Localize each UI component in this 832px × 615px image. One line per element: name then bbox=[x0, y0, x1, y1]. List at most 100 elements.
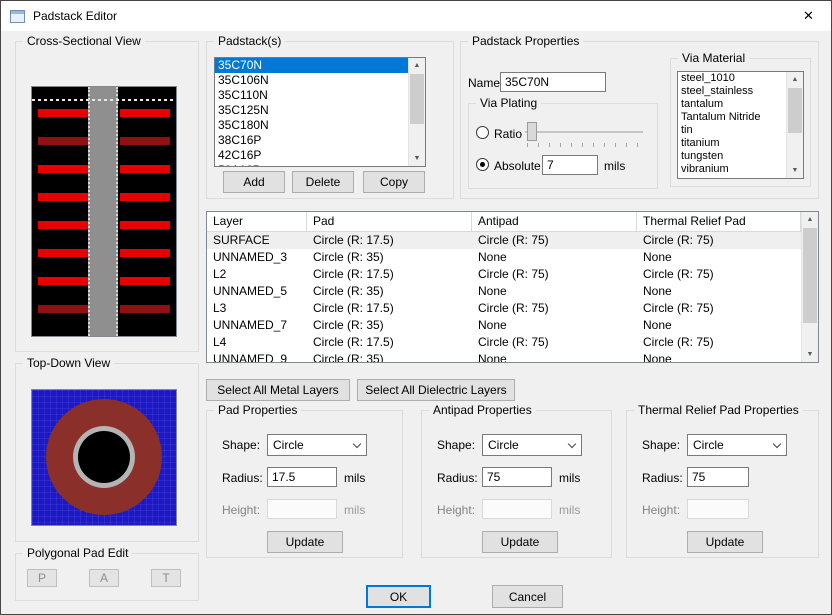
padstack-item[interactable]: 35C125N bbox=[215, 103, 408, 118]
polygonal-pad-edit-label: Polygonal Pad Edit bbox=[23, 546, 133, 560]
layer-table-row[interactable]: UNNAMED_5 Circle (R: 35) None None bbox=[207, 283, 801, 300]
ratio-label: Ratio bbox=[494, 127, 523, 141]
padstack-properties-label: Padstack Properties bbox=[468, 34, 584, 48]
trace-bar bbox=[38, 249, 88, 257]
padstack-item[interactable]: 42C16P bbox=[215, 148, 408, 163]
via-material-scrollbar[interactable]: ▲ ▼ bbox=[786, 72, 803, 178]
pad-properties-group: Pad Properties Shape: Circle Radius: mil… bbox=[206, 403, 403, 558]
layer-table-row[interactable]: SURFACE Circle (R: 17.5) Circle (R: 75) Cir… bbox=[207, 232, 801, 249]
polygonal-p-button: P bbox=[27, 569, 57, 587]
absolute-radio[interactable] bbox=[476, 158, 489, 171]
padstacks-label: Padstack(s) bbox=[214, 34, 286, 48]
thermal-update-button[interactable]: Update bbox=[687, 531, 763, 553]
copy-button[interactable]: Copy bbox=[363, 171, 425, 193]
select-all-metal-button[interactable]: Select All Metal Layers bbox=[206, 379, 350, 401]
slider-thumb[interactable] bbox=[527, 122, 537, 141]
scroll-up-icon[interactable]: ▲ bbox=[409, 58, 425, 73]
via-material-item[interactable]: titanium bbox=[678, 137, 786, 150]
delete-button[interactable]: Delete bbox=[292, 171, 354, 193]
cancel-button[interactable]: Cancel bbox=[492, 585, 563, 608]
layer-table-cell: Circle (R: 75) bbox=[643, 301, 714, 315]
via-material-item[interactable]: vibranium bbox=[678, 163, 786, 176]
scrollbar-thumb[interactable] bbox=[410, 74, 424, 124]
thermal-shape-value: Circle bbox=[693, 438, 724, 452]
scrollbar-thumb[interactable] bbox=[803, 228, 817, 323]
layer-table-cell: UNNAMED_7 bbox=[213, 318, 288, 332]
via-material-item[interactable]: Tantalum Nitride bbox=[678, 111, 786, 124]
top-down-label: Top-Down View bbox=[23, 356, 115, 370]
via-material-list[interactable]: steel_1010 steel_stainless tantalum Tantalu… bbox=[677, 71, 804, 179]
ratio-slider[interactable] bbox=[525, 121, 643, 147]
header-antipad: Antipad bbox=[472, 212, 637, 232]
pad-radius-units: mils bbox=[344, 471, 366, 485]
layer-table-cell: Circle (R: 35) bbox=[313, 284, 384, 298]
absolute-units-label: mils bbox=[604, 159, 626, 173]
pad-update-button[interactable]: Update bbox=[267, 531, 343, 553]
close-icon[interactable]: ✕ bbox=[786, 1, 831, 31]
via-material-item[interactable]: tungsten bbox=[678, 150, 786, 163]
scroll-down-icon[interactable]: ▼ bbox=[787, 163, 803, 178]
padstack-list[interactable]: 35C70N 35C106N 35C110N 35C125N 35C180N 38C16P… bbox=[214, 57, 426, 167]
via-material-item[interactable]: steel_stainless bbox=[678, 85, 786, 98]
layer-table-cell: Circle (R: 75) bbox=[478, 301, 549, 315]
layer-table-row[interactable]: UNNAMED_9 Circle (R: 35) None None bbox=[207, 351, 801, 362]
scroll-up-icon[interactable]: ▲ bbox=[787, 72, 803, 87]
antipad-radius-units: mils bbox=[559, 471, 581, 485]
layer-table-row[interactable]: UNNAMED_3 Circle (R: 35) None None bbox=[207, 249, 801, 266]
layer-table-row[interactable]: L3 Circle (R: 17.5) Circle (R: 75) Circle (… bbox=[207, 300, 801, 317]
antipad-shape-value: Circle bbox=[488, 438, 519, 452]
padstack-list-scrollbar[interactable]: ▲ ▼ bbox=[408, 58, 425, 166]
thermal-shape-select[interactable]: Circle bbox=[687, 434, 787, 456]
absolute-value-field[interactable] bbox=[542, 155, 598, 175]
scroll-down-icon[interactable]: ▼ bbox=[409, 151, 425, 166]
thermal-radius-field[interactable] bbox=[687, 467, 749, 487]
add-button[interactable]: Add bbox=[223, 171, 285, 193]
antipad-height-label: Height: bbox=[437, 503, 476, 517]
padstack-item[interactable]: 35C106N bbox=[215, 73, 408, 88]
thermal-height-field bbox=[687, 499, 749, 519]
antipad-radius-field[interactable] bbox=[482, 467, 552, 487]
pad-height-field bbox=[267, 499, 337, 519]
layer-table-row[interactable]: L2 Circle (R: 17.5) Circle (R: 75) Circle (… bbox=[207, 266, 801, 283]
layer-table-row[interactable]: L4 Circle (R: 17.5) Circle (R: 75) Circle (… bbox=[207, 334, 801, 351]
padstack-item[interactable]: 35C70N bbox=[215, 58, 408, 73]
antipad-height-units: mils bbox=[559, 503, 581, 517]
chevron-down-icon bbox=[348, 436, 365, 454]
padstack-item[interactable]: 38C16P bbox=[215, 133, 408, 148]
via-material-item[interactable]: tantalum bbox=[678, 98, 786, 111]
antipad-shape-select[interactable]: Circle bbox=[482, 434, 582, 456]
via-material-item[interactable]: tin bbox=[678, 124, 786, 137]
select-all-dielectric-button[interactable]: Select All Dielectric Layers bbox=[357, 379, 515, 401]
layer-table-cell: None bbox=[478, 352, 507, 362]
layer-table-cell: L2 bbox=[213, 267, 227, 281]
scroll-down-icon[interactable]: ▼ bbox=[802, 347, 818, 362]
pad-shape-select[interactable]: Circle bbox=[267, 434, 367, 456]
scroll-up-icon[interactable]: ▲ bbox=[802, 212, 818, 227]
layer-table-scrollbar[interactable]: ▲ ▼ bbox=[801, 212, 818, 362]
ratio-radio[interactable] bbox=[476, 126, 489, 139]
antipad-update-button[interactable]: Update bbox=[482, 531, 558, 553]
pad-radius-field[interactable] bbox=[267, 467, 337, 487]
ok-button[interactable]: OK bbox=[366, 585, 431, 608]
scrollbar-thumb[interactable] bbox=[788, 88, 802, 133]
surface-dotted-line bbox=[32, 99, 176, 101]
padstack-item[interactable]: 50A16P bbox=[215, 163, 408, 166]
antipad-height-field bbox=[482, 499, 552, 519]
name-field[interactable] bbox=[500, 72, 606, 92]
polygonal-t-button: T bbox=[151, 569, 181, 587]
antipad-shape-label: Shape: bbox=[437, 438, 476, 452]
layer-table-cell: UNNAMED_9 bbox=[213, 352, 288, 362]
trace-bar bbox=[38, 193, 88, 201]
padstack-item[interactable]: 35C180N bbox=[215, 118, 408, 133]
via-material-item[interactable]: steel_1010 bbox=[678, 72, 786, 85]
slider-ticks bbox=[527, 143, 641, 147]
antipad-properties-group: Antipad Properties Shape: Circle Radius:… bbox=[421, 403, 612, 558]
pad-height-units: mils bbox=[344, 503, 366, 517]
antipad-properties-label: Antipad Properties bbox=[429, 403, 536, 417]
padstack-item[interactable]: 35C110N bbox=[215, 88, 408, 103]
pad-shape-value: Circle bbox=[273, 438, 304, 452]
layer-table-row[interactable]: UNNAMED_7 Circle (R: 35) None None bbox=[207, 317, 801, 334]
thermal-properties-group: Thermal Relief Pad Properties Shape: Cir… bbox=[626, 403, 819, 558]
trace-bar bbox=[38, 277, 88, 285]
pad-radius-label: Radius: bbox=[222, 471, 263, 485]
